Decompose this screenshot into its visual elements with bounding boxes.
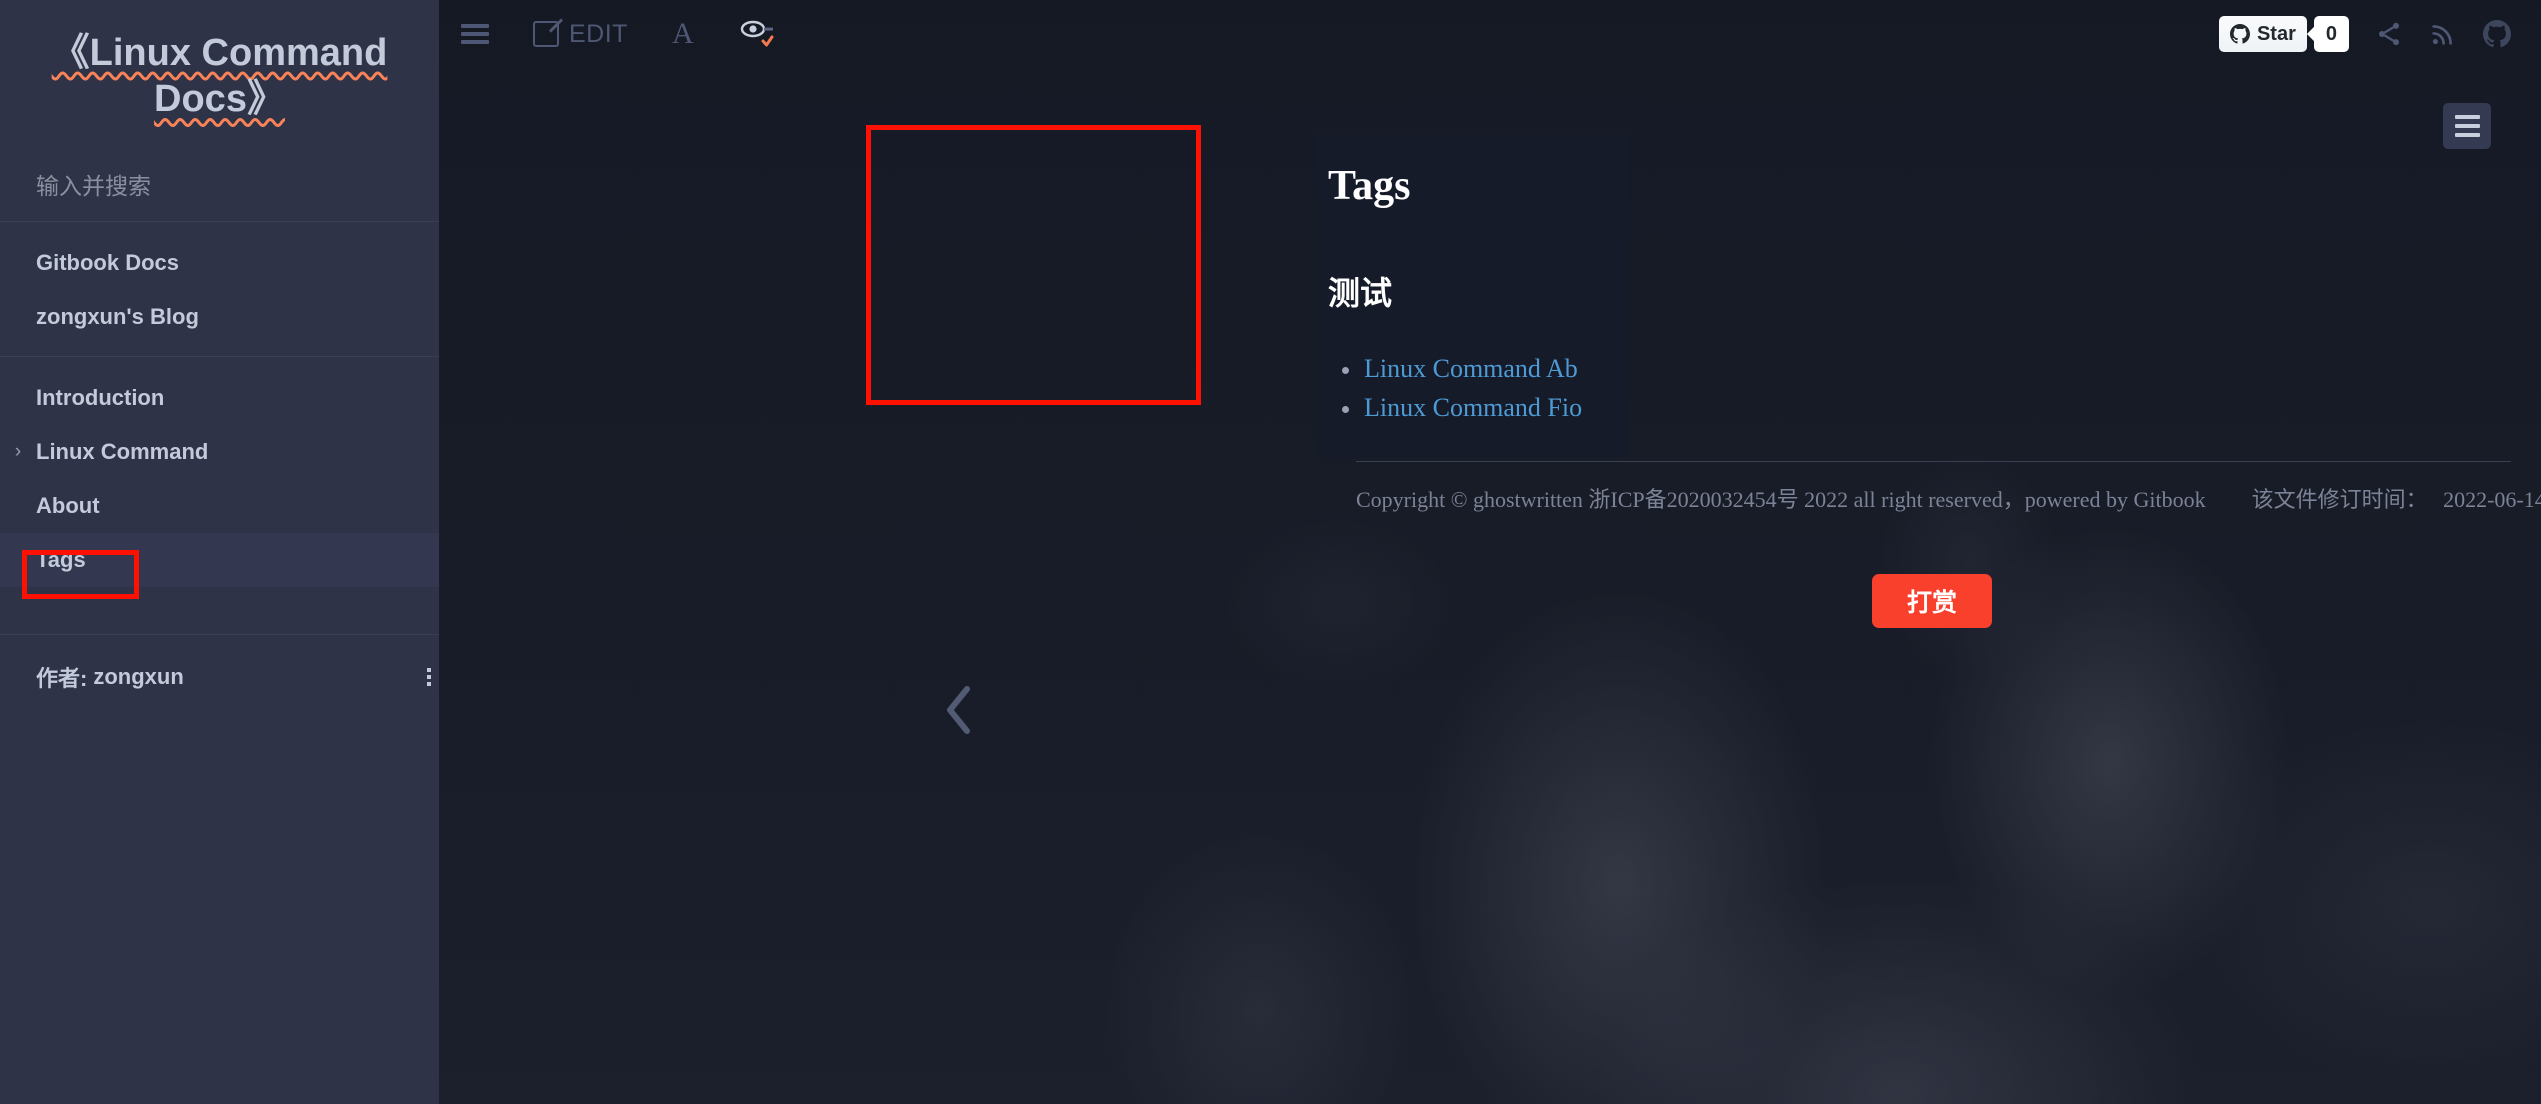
edit-pencil-icon bbox=[533, 21, 559, 47]
rss-button[interactable] bbox=[2429, 20, 2457, 48]
list-item: Linux Command Ab bbox=[1342, 354, 1628, 393]
page-body: Tags 测试 Linux Command Ab Linux Command F… bbox=[439, 0, 2541, 1104]
sidebar-item-label: Gitbook Docs bbox=[36, 250, 180, 275]
sidebar-item-label: Introduction bbox=[36, 385, 165, 410]
github-icon bbox=[2229, 24, 2250, 44]
sidebar-item-linux-command[interactable]: › Linux Command bbox=[0, 425, 439, 479]
hamburger-icon bbox=[461, 24, 489, 44]
search-box[interactable] bbox=[0, 152, 439, 222]
previous-page-button[interactable] bbox=[929, 680, 989, 740]
github-star-button[interactable]: Star 0 bbox=[2218, 16, 2349, 52]
font-size-icon: A bbox=[671, 17, 695, 50]
sidebar-external-links: Gitbook Docs zongxun's Blog bbox=[0, 222, 439, 357]
sidebar-item-introduction[interactable]: Introduction bbox=[0, 371, 439, 425]
brand-header[interactable]: 《Linux Command Docs》 bbox=[0, 0, 439, 152]
article-card: Tags 测试 Linux Command Ab Linux Command F… bbox=[1318, 134, 1628, 459]
toolbar-right-group: Star 0 bbox=[2218, 16, 2541, 52]
visibility-toggle-button[interactable] bbox=[716, 0, 800, 68]
github-star-label: Star bbox=[2256, 22, 2296, 45]
chevron-right-icon[interactable]: › bbox=[8, 441, 28, 463]
sidebar: 《Linux Command Docs》 Gitbook Docs zongxu… bbox=[0, 0, 439, 1104]
rss-icon bbox=[2432, 25, 2452, 45]
sidebar-item-tags[interactable]: Tags bbox=[0, 533, 439, 587]
author-name: zongxun bbox=[93, 663, 184, 689]
author-bar: 作者: zongxun bbox=[0, 634, 439, 718]
font-settings-button[interactable]: A bbox=[650, 0, 716, 68]
sidebar-item-label: Tags bbox=[36, 547, 86, 572]
brand-title: 《Linux Command Docs》 bbox=[51, 31, 388, 120]
list-item: Linux Command Fio bbox=[1342, 393, 1628, 432]
sidebar-item-label: zongxun's Blog bbox=[36, 304, 199, 329]
sidebar-item-about[interactable]: About bbox=[0, 479, 439, 533]
gitbook-page: 《Linux Command Docs》 Gitbook Docs zongxu… bbox=[0, 0, 2541, 1104]
edit-button[interactable]: EDIT bbox=[511, 0, 650, 68]
share-button[interactable] bbox=[2375, 20, 2403, 48]
sidebar-item-label: About bbox=[36, 493, 100, 518]
sidebar-item-zongxun-blog[interactable]: zongxun's Blog bbox=[0, 290, 439, 344]
tag-group-heading: 测试 bbox=[1328, 275, 1393, 312]
content-menu-button[interactable] bbox=[2443, 103, 2491, 149]
github-star-count[interactable]: 0 bbox=[2313, 16, 2349, 52]
github-repo-button[interactable] bbox=[2483, 20, 2511, 48]
github-icon bbox=[2483, 20, 2511, 48]
github-star-main[interactable]: Star bbox=[2218, 16, 2307, 52]
page-title: Tags bbox=[1328, 163, 1411, 209]
toggle-sidebar-button[interactable] bbox=[439, 0, 511, 68]
sidebar-item-label: Linux Command bbox=[36, 439, 209, 464]
top-toolbar: EDIT A Star 0 bbox=[439, 0, 2541, 68]
modified-time-value: 2022-06-14 04:26:18 bbox=[2443, 487, 2541, 512]
author-label: 作者: bbox=[36, 665, 88, 691]
modified-time: 该文件修订时间： 2022-06-14 04:26:18 bbox=[2252, 482, 2541, 514]
eye-visibility-icon bbox=[738, 17, 778, 51]
tag-link-linux-command-ab[interactable]: Linux Command Ab bbox=[1364, 354, 1578, 383]
edit-button-label: EDIT bbox=[569, 19, 628, 48]
copyright-text: Copyright © ghostwritten 浙ICP备2020032454… bbox=[1356, 487, 2206, 512]
tag-link-linux-command-fio[interactable]: Linux Command Fio bbox=[1364, 393, 1582, 422]
sidebar-item-gitbook-docs[interactable]: Gitbook Docs bbox=[0, 236, 439, 290]
kebab-menu-icon[interactable] bbox=[427, 667, 431, 686]
sidebar-nav: Introduction › Linux Command About Tags bbox=[0, 357, 439, 599]
tag-list: Linux Command Ab Linux Command Fio bbox=[1318, 314, 1628, 432]
modified-time-label: 该文件修订时间： bbox=[2251, 487, 2428, 512]
donate-button[interactable]: 打赏 bbox=[1872, 574, 1992, 628]
search-input[interactable] bbox=[36, 173, 403, 200]
footer-divider bbox=[1356, 461, 2511, 462]
page-footer: Copyright © ghostwritten 浙ICP备2020032454… bbox=[1356, 482, 2541, 514]
share-icon bbox=[2378, 22, 2400, 46]
chevron-left-icon bbox=[947, 686, 970, 734]
